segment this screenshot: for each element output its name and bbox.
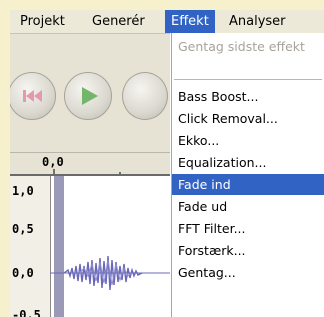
menu-bar: Projekt Generér Effekt Analyser (10, 10, 324, 34)
menu-generer[interactable]: Generér (86, 10, 151, 33)
transport-toolbar (10, 34, 170, 152)
scale-label-half: 0,5 (12, 222, 34, 236)
audio-track[interactable]: 1,0 0,5 0,0 -0,5 (10, 174, 170, 317)
menu-separator (174, 79, 322, 80)
menu-item-fade-ud[interactable]: Fade ud (172, 196, 324, 217)
menu-projekt[interactable]: Projekt (14, 10, 71, 33)
timeline-ruler[interactable]: 0,0 (10, 152, 170, 175)
ruler-position-label: 0,0 (42, 155, 64, 169)
menu-item-equalization[interactable]: Equalization... (172, 152, 324, 173)
skip-to-start-button[interactable] (10, 72, 56, 120)
skip-to-start-icon (23, 90, 42, 102)
scale-label-neg-half: -0,5 (12, 308, 41, 317)
menu-item-click-removal[interactable]: Click Removal... (172, 108, 324, 129)
menu-item-bass-boost[interactable]: Bass Boost... (172, 86, 324, 107)
menu-item-fft-filter[interactable]: FFT Filter... (172, 218, 324, 239)
menu-item-gentag[interactable]: Gentag... (172, 262, 324, 283)
scale-label-zero: 0,0 (12, 266, 34, 280)
vertical-scale: 1,0 0,5 0,0 -0,5 (10, 176, 51, 317)
menu-item-forstaerk[interactable]: Forstærk... (172, 240, 324, 261)
menu-analyser[interactable]: Analyser (223, 10, 292, 33)
menu-item-gentag-sidste: Gentag sidste effekt (178, 39, 305, 54)
menu-item-ekko[interactable]: Ekko... (172, 130, 324, 151)
audacity-window: Projekt Generér Effekt Analyser 0,0 1,0 … (10, 10, 324, 317)
play-button[interactable] (64, 72, 112, 120)
effekt-dropdown-menu: Gentag sidste effekt Bass Boost... Click… (171, 33, 324, 317)
screenshot-frame: Projekt Generér Effekt Analyser 0,0 1,0 … (0, 0, 324, 317)
waveform (50, 255, 170, 291)
stop-button-partial[interactable] (122, 72, 168, 120)
play-icon (82, 87, 98, 105)
menu-effekt[interactable]: Effekt (165, 10, 215, 33)
scale-label-top: 1,0 (12, 184, 34, 198)
menu-item-fade-ind[interactable]: Fade ind (172, 174, 324, 195)
